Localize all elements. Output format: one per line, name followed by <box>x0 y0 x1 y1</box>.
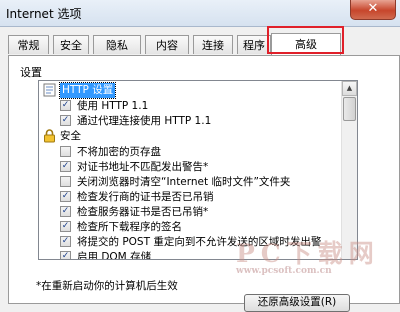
list-item-label: 检查服务器证书是否已吊销* <box>77 206 209 218</box>
checkbox[interactable] <box>60 146 71 157</box>
scroll-up-button[interactable]: ▲ <box>342 81 357 96</box>
list-item[interactable]: 关闭浏览器时清空“Internet 临时文件”文件夹 <box>39 175 343 190</box>
lock-icon <box>44 129 55 143</box>
list-category-security[interactable]: 安全 <box>39 129 343 144</box>
checkbox[interactable] <box>60 176 71 187</box>
list-category-label: 安全 <box>60 130 81 142</box>
tab-connections[interactable]: 连接 <box>193 35 233 54</box>
tab-content[interactable]: 内容 <box>145 35 189 54</box>
list-item-label: 不将加密的页存盘 <box>77 146 161 158</box>
list-item[interactable]: ✓ 检查发行商的证书是否已吊销 <box>39 190 343 205</box>
list-item[interactable]: ✓ 对证书地址不匹配发出警告* <box>39 160 343 175</box>
chevron-up-icon: ▲ <box>346 84 353 92</box>
list-category-http[interactable]: HTTP 设置 <box>39 82 343 99</box>
scroll-thumb[interactable] <box>343 97 356 121</box>
checkbox[interactable]: ✓ <box>60 251 71 259</box>
list-item[interactable]: ✓ 使用 HTTP 1.1 <box>39 99 343 114</box>
list-item[interactable]: ✓ 启用 DOM 存储 <box>39 250 343 260</box>
list-item-label: 通过代理连接使用 HTTP 1.1 <box>77 115 212 127</box>
title-bar: Internet 选项 ✕ <box>0 0 400 27</box>
checkbox[interactable]: ✓ <box>60 206 71 217</box>
vertical-scrollbar[interactable]: ▲ <box>341 81 357 259</box>
close-icon: ✕ <box>367 1 379 16</box>
window-title: Internet 选项 <box>6 7 82 21</box>
checkbox[interactable]: ✓ <box>60 236 71 247</box>
checkbox[interactable]: ✓ <box>60 115 71 126</box>
list-item-label: 启用 DOM 存储 <box>77 251 152 260</box>
checkbox[interactable]: ✓ <box>60 161 71 172</box>
highlight-annotation <box>267 26 344 54</box>
list-item[interactable]: 不将加密的页存盘 <box>39 145 343 160</box>
list-item[interactable]: ✓ 将提交的 POST 重定向到不允许发送的区域时发出警 <box>39 235 343 250</box>
list-category-label: HTTP 设置 <box>58 82 117 99</box>
tab-programs[interactable]: 程序 <box>237 35 271 54</box>
list-item-label: 将提交的 POST 重定向到不允许发送的区域时发出警 <box>77 236 322 248</box>
checkbox[interactable]: ✓ <box>60 221 71 232</box>
tab-privacy[interactable]: 隐私 <box>93 35 141 54</box>
list-item[interactable]: ✓ 通过代理连接使用 HTTP 1.1 <box>39 114 343 129</box>
list-item[interactable]: ✓ 检查所下载程序的签名 <box>39 220 343 235</box>
close-button[interactable]: ✕ <box>350 0 396 20</box>
tab-security[interactable]: 安全 <box>53 35 89 54</box>
list-item-label: 检查所下载程序的签名 <box>77 221 182 233</box>
list-item-label: 检查发行商的证书是否已吊销 <box>77 191 214 203</box>
list-item-label: 使用 HTTP 1.1 <box>77 100 149 112</box>
list-item-label: 对证书地址不匹配发出警告* <box>77 161 209 173</box>
checkbox[interactable]: ✓ <box>60 100 71 111</box>
settings-listbox[interactable]: HTTP 设置 ✓ 使用 HTTP 1.1 ✓ 通过代理连接使用 HTTP 1.… <box>38 80 358 260</box>
list-item[interactable]: ✓ 检查服务器证书是否已吊销* <box>39 205 343 220</box>
checkbox[interactable]: ✓ <box>60 191 71 202</box>
settings-icon <box>43 83 56 97</box>
list-item-label: 关闭浏览器时清空“Internet 临时文件”文件夹 <box>77 176 291 188</box>
restart-footnote: *在重新启动你的计算机后生效 <box>36 280 178 292</box>
settings-label: 设置 <box>20 66 42 79</box>
tab-general[interactable]: 常规 <box>8 35 49 54</box>
restore-advanced-button[interactable]: 还原高级设置(R) <box>244 294 350 312</box>
